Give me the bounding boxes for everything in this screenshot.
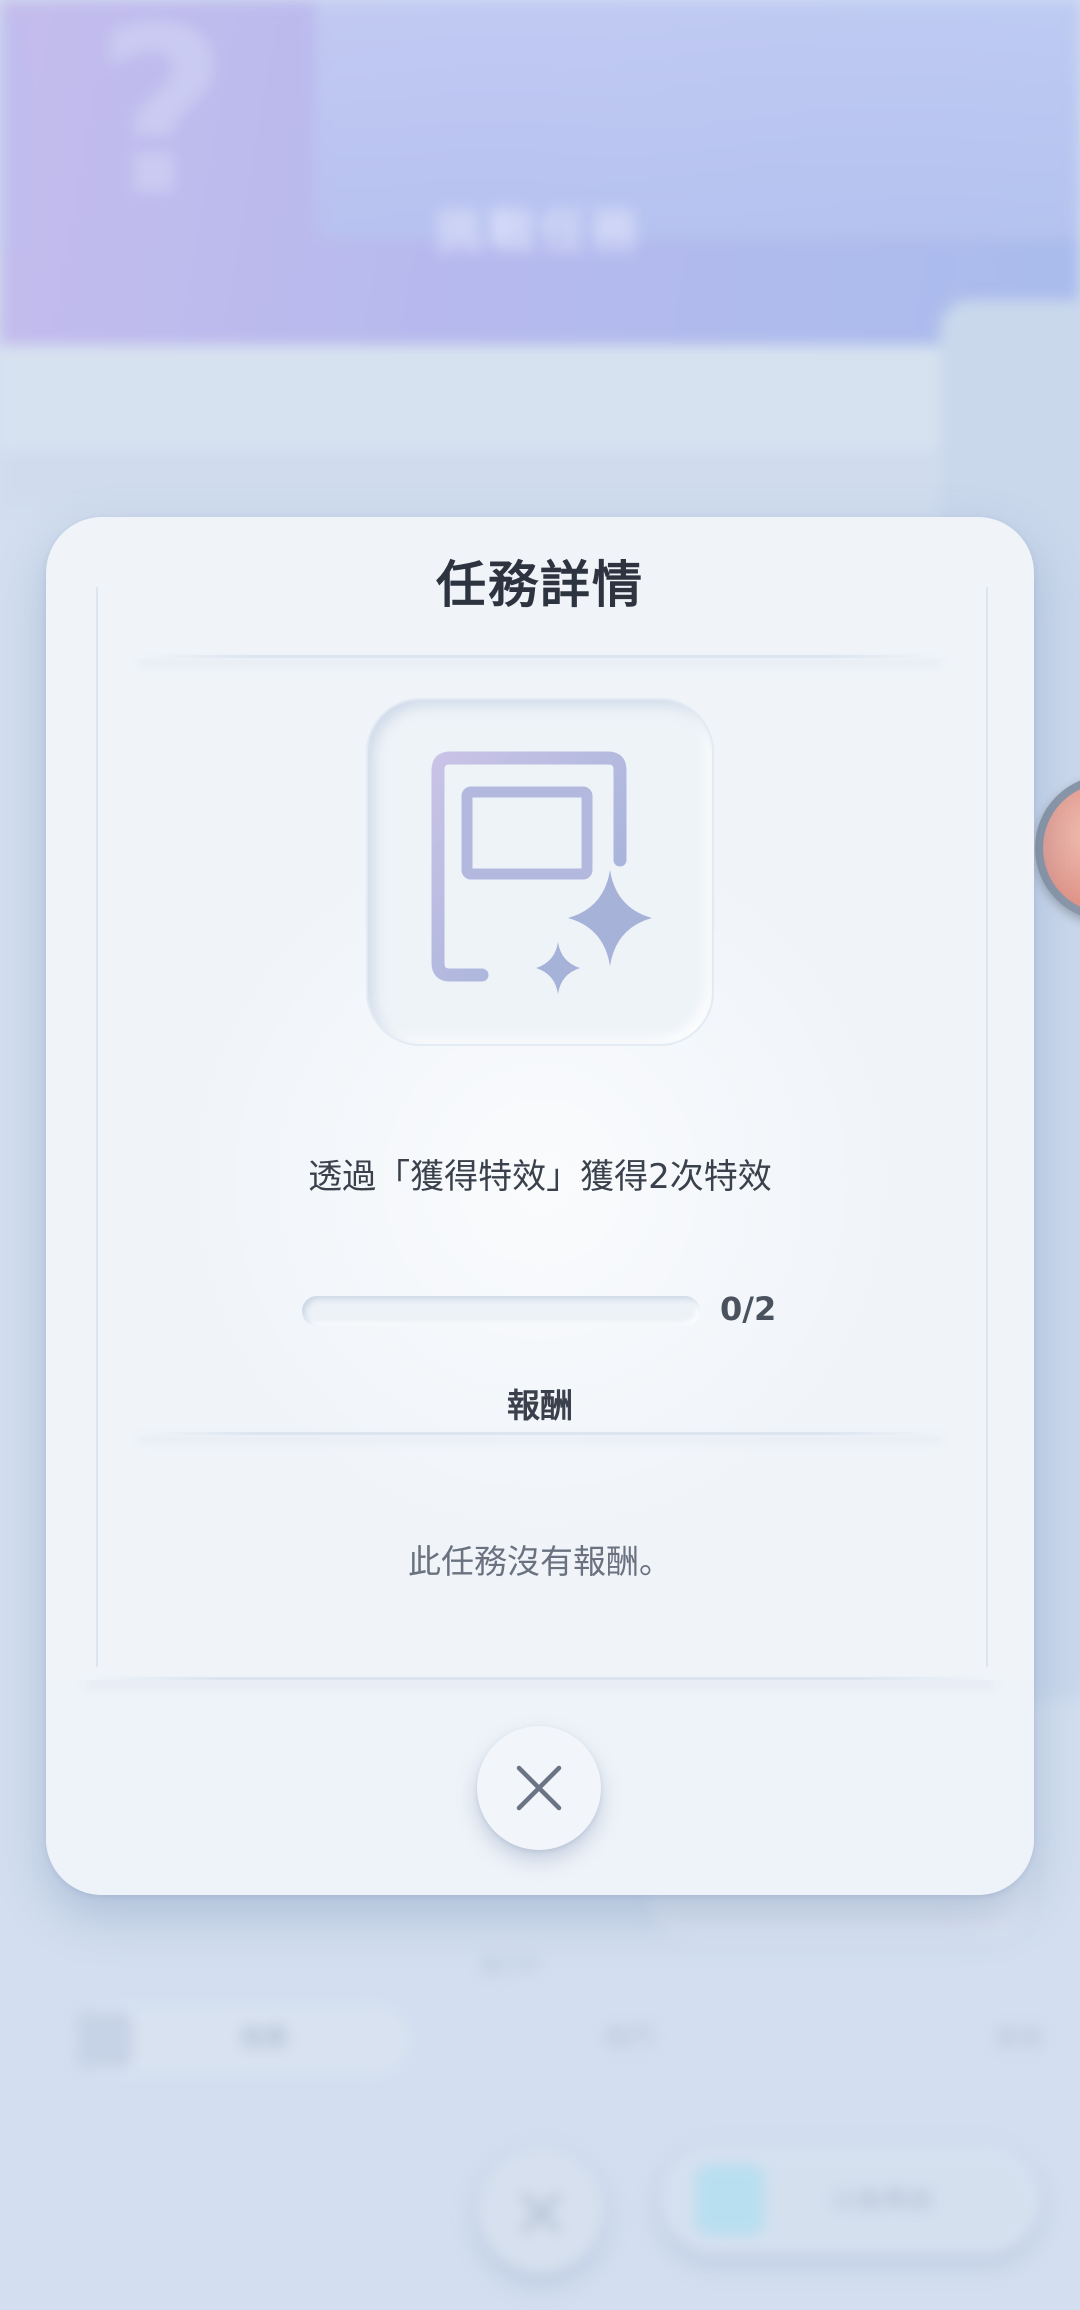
close-button[interactable] (477, 1726, 601, 1850)
chip-label: 推薦 (240, 2024, 288, 2052)
background-label: 進行中 (480, 1954, 540, 1978)
no-reward-message: 此任務沒有報酬。 (408, 1542, 672, 1581)
dialog-title: 任務詳情 (436, 556, 644, 614)
divider (138, 655, 942, 658)
divider (86, 1677, 994, 1680)
row-label: 其他 (995, 2024, 1043, 2052)
background-strip (0, 345, 1080, 450)
banner-edge (0, 20, 22, 250)
question-mark-icon: ? (95, 0, 229, 247)
photo-sparkle-icon (431, 751, 652, 994)
background-strip (0, 450, 1080, 510)
banner-title: 挑戰任務 (436, 204, 644, 258)
app-screen: ? 挑戰任務 進行中 推薦 熱門 其他 × 以後再說 任務詳情 透過「獲得特效」… (0, 0, 1080, 2310)
task-icon-tile (368, 700, 712, 1044)
progress-count: 0/2 (720, 1290, 777, 1328)
close-icon (516, 1765, 562, 1811)
divider (138, 1432, 942, 1435)
app-icon (695, 2165, 765, 2235)
progress-bar (302, 1296, 700, 1326)
task-description: 透過「獲得特效」獲得2次特效 (308, 1157, 772, 1197)
background-close-icon: × (478, 2148, 604, 2274)
confirm-label: 以後再說 (830, 2186, 935, 2216)
row-label: 熱門 (605, 2024, 653, 2052)
chip-icon (76, 2012, 132, 2068)
reward-heading: 報酬 (507, 1386, 573, 1425)
task-detail-dialog: 任務詳情 透過「獲得特效」獲得2次特效 0/2 報酬 此任務沒有報酬。 (46, 517, 1034, 1895)
